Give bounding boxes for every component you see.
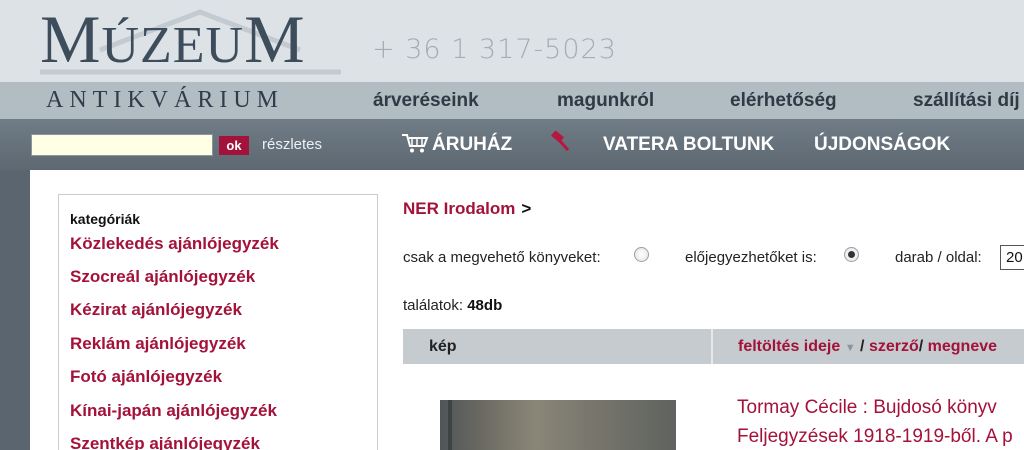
results-label: találatok: bbox=[403, 297, 464, 314]
category-item[interactable]: Reklám ajánlójegyzék bbox=[70, 334, 246, 354]
sort-down-icon[interactable]: ▼ bbox=[845, 342, 856, 354]
search-input[interactable] bbox=[31, 134, 213, 156]
logo-subtitle: ANTIKVÁRIUM bbox=[46, 87, 284, 113]
category-item[interactable]: Szentkép ajánlójegyzék bbox=[70, 434, 260, 450]
book-cover-image[interactable] bbox=[440, 400, 676, 450]
book-title-link[interactable]: Tormay Cécile : Bujdosó könyv Feljegyzés… bbox=[737, 393, 1013, 450]
gavel-icon[interactable] bbox=[549, 131, 571, 153]
sort-separator: / bbox=[860, 338, 865, 355]
filter-preorder-radio[interactable] bbox=[844, 247, 859, 262]
cart-icon[interactable] bbox=[401, 132, 429, 154]
sort-separator: / bbox=[918, 338, 924, 355]
sort-author-link[interactable]: szerző bbox=[869, 338, 919, 355]
phone-number: + 36 1 317-5023 bbox=[372, 34, 617, 65]
nav-auctions[interactable]: árveréseink bbox=[373, 90, 479, 112]
book-subtitle-line[interactable]: Feljegyzések 1918-1919-ből. A p bbox=[737, 422, 1013, 450]
advanced-search-link[interactable]: részletes bbox=[262, 136, 322, 153]
per-page-label: darab / oldal: bbox=[895, 249, 982, 266]
column-image: kép bbox=[429, 338, 457, 355]
results-value: 48db bbox=[467, 297, 503, 314]
nav-news[interactable]: ÚJDONSÁGOK bbox=[814, 134, 950, 156]
logo-text[interactable]: MÚZEUM bbox=[40, 0, 306, 85]
sort-upload-link[interactable]: feltöltés ideje bbox=[738, 338, 840, 355]
category-item[interactable]: Kézirat ajánlójegyzék bbox=[70, 300, 242, 320]
nav-contact[interactable]: elérhetőség bbox=[730, 90, 837, 112]
breadcrumb-separator: > bbox=[521, 199, 532, 218]
nav-vatera[interactable]: VATERA BOLTUNK bbox=[603, 134, 774, 156]
breadcrumb: NER Irodalom > bbox=[403, 199, 531, 219]
filter-preorder-label: előjegyezhetőket is: bbox=[685, 249, 817, 266]
category-item[interactable]: Fotó ajánlójegyzék bbox=[70, 367, 222, 387]
category-title: kategóriák bbox=[70, 211, 141, 227]
results-count: találatok: 48db bbox=[403, 297, 502, 314]
nav-shipping[interactable]: szállítási díj bbox=[913, 90, 1020, 112]
sort-options: feltöltés ideje ▼ / szerző/ megneve bbox=[738, 338, 997, 356]
nav-about[interactable]: magunkról bbox=[557, 90, 654, 112]
sort-title-link[interactable]: megneve bbox=[928, 338, 997, 355]
table-header-divider bbox=[711, 329, 713, 364]
filter-available-radio[interactable] bbox=[634, 247, 649, 262]
per-page-select[interactable]: 20 bbox=[1000, 245, 1024, 270]
book-title-line[interactable]: Tormay Cécile : Bujdosó könyv bbox=[737, 393, 1013, 422]
nav-shop[interactable]: ÁRUHÁZ bbox=[432, 134, 512, 156]
breadcrumb-link[interactable]: NER Irodalom bbox=[403, 199, 515, 218]
category-item[interactable]: Kínai-japán ajánlójegyzék bbox=[70, 401, 277, 421]
category-item[interactable]: Közlekedés ajánlójegyzék bbox=[70, 234, 279, 254]
category-item[interactable]: Szocreál ajánlójegyzék bbox=[70, 267, 255, 287]
filter-available-label: csak a megvehető könyveket: bbox=[403, 249, 601, 266]
search-ok-button[interactable]: ok bbox=[219, 136, 249, 155]
